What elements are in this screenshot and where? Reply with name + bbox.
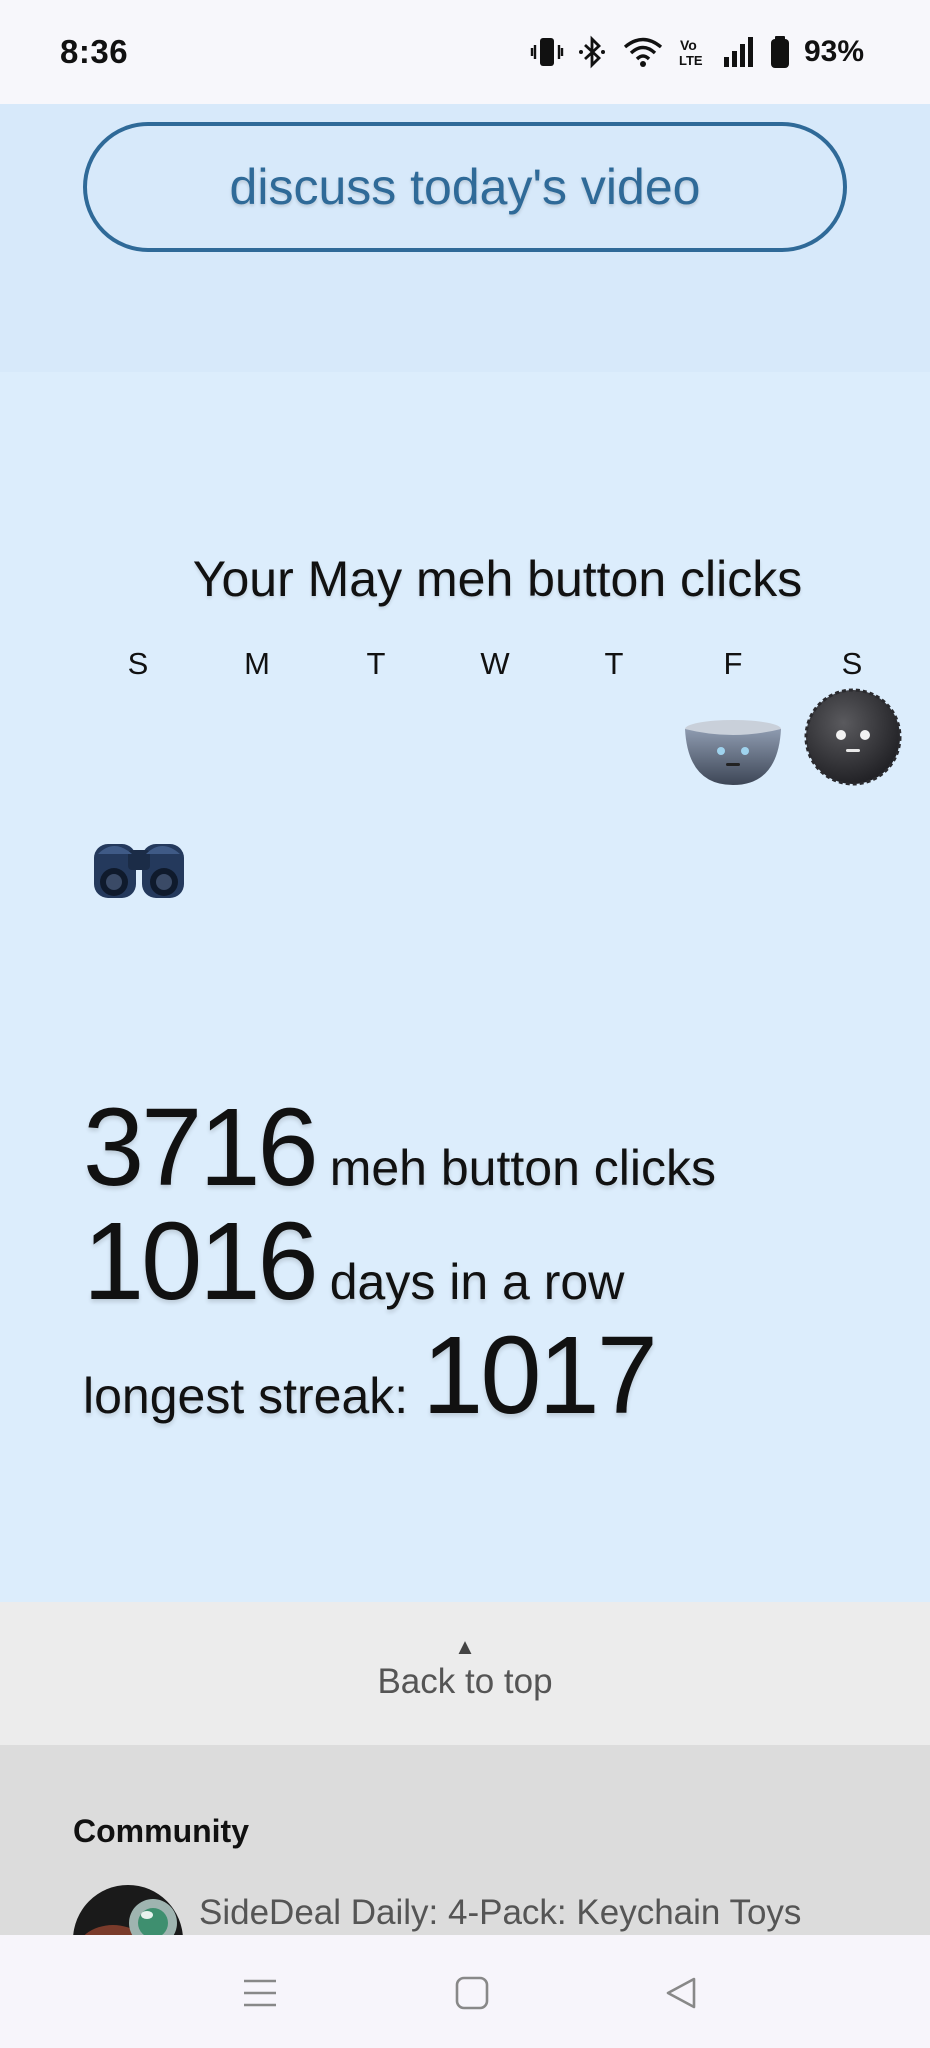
vibrate-icon (530, 38, 564, 66)
total-clicks-value: 3716 (83, 1086, 319, 1209)
back-to-top-label: Back to top (377, 1662, 553, 1701)
streak-days-value: 1016 (83, 1200, 319, 1323)
discuss-video-button[interactable]: discuss today's video (83, 122, 847, 252)
weekday-thu: T (604, 646, 624, 681)
battery-percent: 93% (803, 35, 864, 68)
weekday-tue: T (366, 646, 386, 681)
weekday-fri: F (723, 646, 743, 681)
longest-streak-label: longest streak: (83, 1368, 409, 1424)
back-to-top-button[interactable]: ▲ Back to top (0, 1602, 930, 1745)
signal-icon (723, 37, 753, 67)
binoculars-icon (94, 844, 184, 898)
longest-streak-stat: longest streak: 1017 (83, 1312, 658, 1439)
weekday-sat: S (841, 646, 863, 681)
volte-icon: Vo LTE (679, 37, 703, 68)
community-item-title: SideDeal Daily: 4-Pack: Keychain Toys (199, 1893, 802, 1932)
longest-streak-value: 1017 (422, 1314, 658, 1437)
community-thumbnail (73, 1885, 183, 1935)
svg-text:LTE: LTE (679, 53, 703, 68)
system-nav-bar (0, 1935, 930, 2048)
community-section: Community SideDeal Daily: 4-Pack: Keycha… (0, 1745, 930, 1935)
svg-text:Vo: Vo (680, 37, 697, 53)
clicks-title: Your May meh button clicks (192, 551, 803, 607)
meh-clicks-section: Your May meh button clicks S M T W T F S (0, 372, 930, 1602)
wifi-icon (623, 37, 663, 67)
battery-icon (770, 36, 789, 68)
keychain-toys-thumbnail (73, 1885, 183, 1935)
total-clicks-label: meh button clicks (329, 1140, 716, 1196)
bluetooth-icon (578, 35, 605, 69)
community-item[interactable]: SideDeal Daily: 4-Pack: Keychain Toys (73, 1885, 873, 1935)
weekday-sun: S (127, 646, 149, 681)
menu-icon[interactable] (238, 1971, 282, 2015)
calendar-day-binoculars[interactable] (84, 814, 194, 924)
weekday-header: S M T W T F S (0, 646, 930, 686)
weekday-wed: W (480, 646, 510, 681)
bowl-icon (685, 720, 781, 785)
status-icons: Vo LTE 93% (530, 35, 864, 69)
back-icon[interactable] (660, 1971, 704, 2015)
status-bar: 8:36 Vo LTE 93% (0, 0, 930, 104)
calendar-day-bowl[interactable] (678, 687, 788, 797)
streak-stat: 1016 days in a row (83, 1198, 624, 1325)
calendar-day-cookie[interactable] (798, 680, 908, 790)
home-icon[interactable] (450, 1971, 494, 2015)
up-arrow-icon: ▲ (454, 1634, 476, 1659)
video-discussion-section: discuss today's video (0, 104, 930, 372)
dark-cookie-icon (804, 688, 902, 786)
weekday-mon: M (244, 646, 270, 681)
status-time: 8:36 (60, 33, 129, 70)
community-title: Community (73, 1813, 249, 1849)
streak-days-label: days in a row (329, 1254, 625, 1310)
total-clicks-stat: 3716 meh button clicks (83, 1084, 716, 1211)
